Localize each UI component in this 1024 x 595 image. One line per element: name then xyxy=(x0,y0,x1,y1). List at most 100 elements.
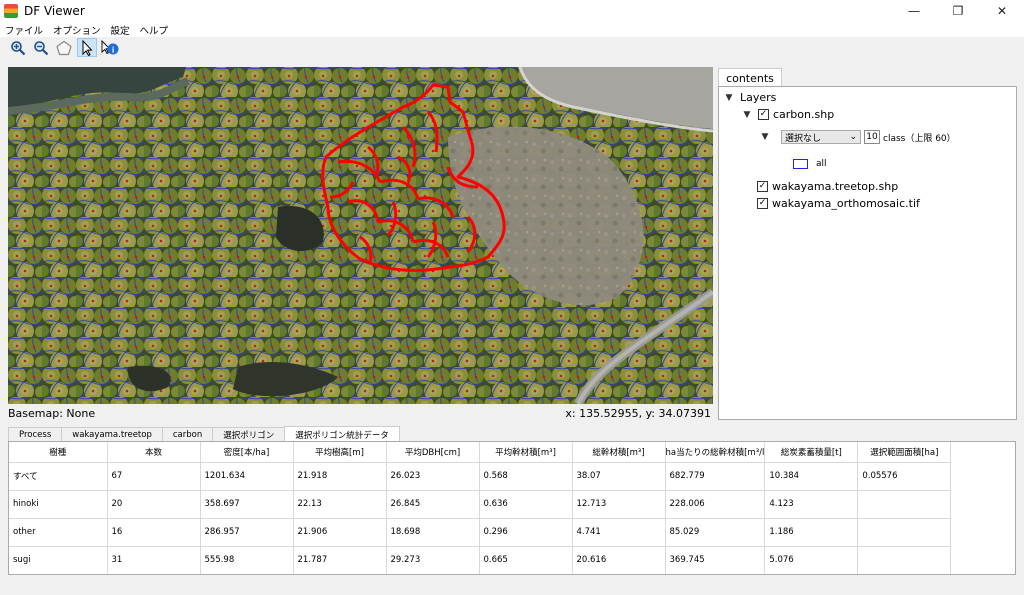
zoom-out-icon xyxy=(34,40,49,55)
layer-name: wakayama_orthomosaic.tif xyxy=(772,197,920,210)
layers-panel: ▼ Layers ▼ ✓ carbon.shp ▼ 選択なし ⌄ 10 clas… xyxy=(718,86,1017,420)
menu-help[interactable]: ヘルプ xyxy=(135,23,174,37)
tab-selected-polygon[interactable]: 選択ポリゴン xyxy=(212,427,286,442)
classify-select[interactable]: 選択なし ⌄ xyxy=(781,130,861,144)
tab-treetop[interactable]: wakayama.treetop xyxy=(61,427,163,442)
menu-options[interactable]: オプション xyxy=(48,23,106,37)
map-canvas[interactable] xyxy=(8,67,713,404)
column-header[interactable]: 平均幹材積[m³] xyxy=(479,442,573,463)
layers-root-label: Layers xyxy=(740,91,777,104)
menu-file[interactable]: ファイル xyxy=(0,23,48,37)
table-cell[interactable]: sugi xyxy=(9,546,108,574)
table-cell[interactable]: 358.697 xyxy=(200,490,294,519)
layer-checkbox[interactable]: ✓ xyxy=(757,198,768,209)
table-cell[interactable]: 4.123 xyxy=(764,490,859,519)
table-cell[interactable]: 12.713 xyxy=(572,490,666,519)
table-cell[interactable]: hinoki xyxy=(9,490,108,519)
legend-swatch xyxy=(793,159,808,169)
info-button[interactable]: i xyxy=(100,38,120,57)
table-cell[interactable]: すべて xyxy=(9,462,108,491)
table-cell[interactable]: 38.07 xyxy=(572,462,666,491)
table-cell[interactable]: 1.186 xyxy=(764,518,859,547)
column-header[interactable]: 平均樹高[m] xyxy=(293,442,387,463)
classify-select-value: 選択なし xyxy=(785,133,822,144)
table-cell[interactable]: 29.273 xyxy=(386,546,480,574)
table-cell[interactable]: 21.918 xyxy=(293,462,387,491)
table-cell[interactable]: 228.006 xyxy=(665,490,766,519)
table-cell[interactable]: 18.698 xyxy=(386,518,480,547)
table-cell[interactable]: 85.029 xyxy=(665,518,766,547)
column-header[interactable]: 樹種 xyxy=(9,442,108,463)
tab-carbon[interactable]: carbon xyxy=(161,427,214,442)
table-cell[interactable]: 10.384 xyxy=(764,462,859,491)
table-cell[interactable]: 0.568 xyxy=(479,462,573,491)
table-cell[interactable]: 26.845 xyxy=(386,490,480,519)
table-header-row: 樹種 本数 密度[本/ha] 平均樹高[m] 平均DBH[cm] 平均幹材積[m… xyxy=(9,442,952,463)
coordinate-readout: x: 135.52955, y: 34.07391 xyxy=(565,407,711,420)
column-header[interactable]: 選択範囲面積[ha] xyxy=(857,442,952,463)
table-cell[interactable] xyxy=(857,518,952,547)
table-cell[interactable]: 369.745 xyxy=(665,546,766,574)
table-cell[interactable]: 0.05576 xyxy=(857,462,952,491)
table-cell[interactable]: 21.906 xyxy=(293,518,387,547)
chevron-down-icon[interactable]: ▼ xyxy=(723,93,735,103)
table-cell[interactable]: other xyxy=(9,518,108,547)
minimize-button[interactable]: — xyxy=(892,0,936,22)
zoom-in-button[interactable] xyxy=(8,38,28,57)
column-header[interactable]: 総炭素蓄積量[t] xyxy=(764,442,859,463)
window-title: DF Viewer xyxy=(24,4,85,18)
layer-name: wakayama.treetop.shp xyxy=(772,180,899,193)
layer-checkbox[interactable]: ✓ xyxy=(757,181,768,192)
table-cell[interactable]: 682.779 xyxy=(665,462,766,491)
chevron-down-icon[interactable]: ▼ xyxy=(759,132,771,142)
class-count-input[interactable]: 10 xyxy=(864,130,880,144)
table-cell[interactable]: 26.023 xyxy=(386,462,480,491)
table-cell[interactable]: 286.957 xyxy=(200,518,294,547)
table-cell[interactable] xyxy=(857,546,952,574)
column-header[interactable]: 本数 xyxy=(107,442,201,463)
map-view[interactable] xyxy=(8,67,713,404)
table-cell[interactable]: 21.787 xyxy=(293,546,387,574)
polygon-select-button[interactable] xyxy=(54,38,74,57)
chevron-down-icon[interactable]: ▼ xyxy=(741,110,753,120)
table-cell[interactable]: 555.98 xyxy=(200,546,294,574)
table-cell[interactable]: 67 xyxy=(107,462,201,491)
table-cell[interactable] xyxy=(857,490,952,519)
table-cell[interactable]: 31 xyxy=(107,546,201,574)
table-cell[interactable]: 20.616 xyxy=(572,546,666,574)
menu-settings[interactable]: 設定 xyxy=(106,23,135,37)
column-header[interactable]: 総幹材積[m³] xyxy=(572,442,666,463)
table-row[interactable]: sugi 31 555.98 21.787 29.273 0.665 20.616 369.7… xyxy=(9,546,952,574)
column-header[interactable]: ha当たりの総幹材積[m³/l xyxy=(665,442,766,463)
layer-checkbox[interactable]: ✓ xyxy=(758,109,769,120)
zoom-in-icon xyxy=(11,40,26,55)
tree-layers-root[interactable]: ▼ Layers xyxy=(723,91,777,104)
tree-layer-carbon[interactable]: ▼ ✓ carbon.shp xyxy=(741,108,835,121)
zoom-out-button[interactable] xyxy=(31,38,51,57)
table-cell[interactable]: 16 xyxy=(107,518,201,547)
table-row[interactable]: other 16 286.957 21.906 18.698 0.296 4.741 85.0… xyxy=(9,518,952,547)
tab-contents[interactable]: contents xyxy=(718,68,782,87)
table-cell[interactable]: 20 xyxy=(107,490,201,519)
tree-layer-orthomosaic[interactable]: ✓ wakayama_orthomosaic.tif xyxy=(757,197,920,210)
table-cell[interactable]: 1201.634 xyxy=(200,462,294,491)
table-cell[interactable]: 0.296 xyxy=(479,518,573,547)
table-cell[interactable]: 22.13 xyxy=(293,490,387,519)
tab-selected-polygon-stats[interactable]: 選択ポリゴン統計データ xyxy=(284,426,400,442)
table-row[interactable]: すべて 67 1201.634 21.918 26.023 0.568 38.07 682.7… xyxy=(9,462,952,491)
basemap-label: Basemap: None xyxy=(8,407,96,420)
table-cell[interactable]: 0.665 xyxy=(479,546,573,574)
toolbar: i xyxy=(0,37,1024,58)
restore-button[interactable]: ❐ xyxy=(936,0,980,22)
table-cell[interactable]: 0.636 xyxy=(479,490,573,519)
column-header[interactable]: 平均DBH[cm] xyxy=(386,442,480,463)
table-row[interactable]: hinoki 20 358.697 22.13 26.845 0.636 12.713 228… xyxy=(9,490,952,519)
table-cell[interactable]: 5.076 xyxy=(764,546,859,574)
table-cell[interactable]: 4.741 xyxy=(572,518,666,547)
tab-process[interactable]: Process xyxy=(8,427,63,442)
column-header[interactable]: 密度[本/ha] xyxy=(200,442,294,463)
stats-table: 樹種 本数 密度[本/ha] 平均樹高[m] 平均DBH[cm] 平均幹材積[m… xyxy=(9,442,952,574)
close-button[interactable]: ✕ xyxy=(980,0,1024,22)
pointer-button[interactable] xyxy=(77,38,97,57)
tree-layer-treetop[interactable]: ✓ wakayama.treetop.shp xyxy=(757,180,898,193)
